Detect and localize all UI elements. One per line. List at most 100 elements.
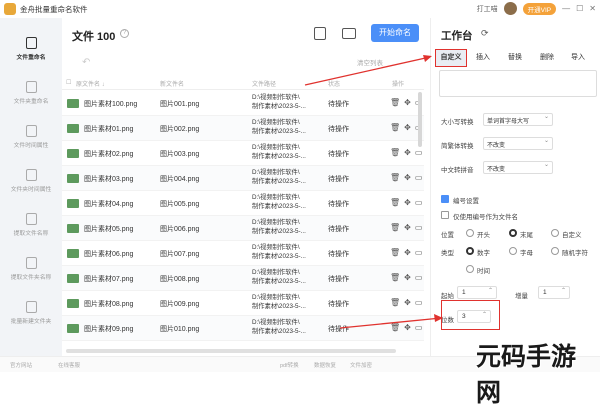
delete-icon[interactable]: 🗑 — [390, 198, 400, 207]
move-icon[interactable]: ✥ — [404, 123, 411, 132]
new-name: 图片009.png — [160, 301, 200, 308]
open-folder-icon[interactable]: ▭ — [415, 273, 423, 282]
move-icon[interactable]: ✥ — [404, 173, 411, 182]
watermark: 元码手游网 — [476, 342, 577, 407]
case-select[interactable]: 单词首字母大写 — [483, 113, 553, 126]
new-name: 图片004.png — [160, 176, 200, 183]
open-folder-icon[interactable]: ▭ — [415, 148, 423, 157]
start-rename-button[interactable]: 开始命名 — [371, 24, 419, 42]
delete-icon[interactable]: 🗑 — [390, 323, 400, 332]
pos-start-radio[interactable] — [466, 229, 474, 237]
delete-icon[interactable]: 🗑 — [390, 173, 400, 182]
new-name: 图片001.png — [160, 101, 200, 108]
maximize-button[interactable]: ☐ — [576, 4, 583, 13]
minimize-button[interactable]: — — [562, 4, 570, 13]
footer-pdf[interactable]: pdf转换 — [280, 361, 299, 369]
col-original[interactable]: 原文件名 ↓ — [76, 79, 105, 88]
avatar[interactable] — [503, 2, 517, 15]
horizontal-scrollbar[interactable] — [66, 349, 396, 353]
numbering-label: 编号设置 — [453, 198, 479, 205]
clear-list-button[interactable]: 清空列表 — [357, 57, 383, 67]
sidebar-item-folder-time[interactable]: 文件夹时间属性 — [0, 160, 62, 202]
sidebar-item-file-rename[interactable]: 文件重命名 — [0, 28, 62, 70]
type-number-radio[interactable] — [466, 247, 474, 255]
table-row[interactable]: 图片素材03.png 图片004.png D:\视频制作软件\ 制作素材\2023-5… — [62, 166, 424, 191]
vertical-scrollbar[interactable] — [418, 92, 422, 147]
table-row[interactable]: 图片素材01.png 图片002.png D:\视频制作软件\ 制作素材\2023-5… — [62, 116, 424, 141]
move-icon[interactable]: ✥ — [404, 198, 411, 207]
pinyin-select[interactable]: 不改变 — [483, 161, 553, 174]
step-stepper[interactable]: 1 — [538, 286, 570, 299]
move-icon[interactable]: ✥ — [404, 148, 411, 157]
delete-icon[interactable]: 🗑 — [390, 273, 400, 282]
sidebar-item-file-time[interactable]: 文件时间属性 — [0, 116, 62, 158]
type-letter-radio[interactable] — [509, 247, 517, 255]
open-folder-icon[interactable]: ▭ — [415, 223, 423, 232]
new-name: 图片010.png — [160, 326, 200, 333]
tab-delete[interactable]: 删除 — [540, 52, 554, 62]
type-random-radio[interactable] — [551, 247, 559, 255]
table-row[interactable]: 图片素材09.png 图片010.png D:\视频制作软件\ 制作素材\2023-5… — [62, 316, 424, 341]
table-row[interactable]: 图片素材07.png 图片008.png D:\视频制作软件\ 制作素材\2023-5… — [62, 266, 424, 291]
delete-icon[interactable]: 🗑 — [390, 223, 400, 232]
close-button[interactable]: ✕ — [589, 4, 596, 13]
pos-end-radio[interactable] — [509, 229, 517, 237]
open-folder-icon[interactable]: ▭ — [415, 298, 423, 307]
footer-online-service[interactable]: 在线客服 — [58, 361, 80, 369]
start-stepper[interactable]: 1 — [457, 286, 497, 299]
username[interactable]: 打工喵 — [477, 4, 498, 14]
vip-button[interactable]: 开通VIP — [522, 2, 557, 15]
open-folder-icon[interactable]: ▭ — [415, 198, 423, 207]
trad-select[interactable]: 不改变 — [483, 137, 553, 150]
new-name: 图片002.png — [160, 126, 200, 133]
pos-custom-radio[interactable] — [551, 229, 559, 237]
delete-icon[interactable]: 🗑 — [390, 123, 400, 132]
table-row[interactable]: 图片素材02.png 图片003.png D:\视频制作软件\ 制作素材\2023-5… — [62, 141, 424, 166]
move-icon[interactable]: ✥ — [404, 248, 411, 257]
move-icon[interactable]: ✥ — [404, 98, 411, 107]
table-row[interactable]: 图片素材06.png 图片007.png D:\视频制作软件\ 制作素材\2023-5… — [62, 241, 424, 266]
file-path: D:\视频制作软件\ 制作素材\2023-5-... — [252, 119, 306, 135]
delete-icon[interactable]: 🗑 — [390, 248, 400, 257]
sidebar-item-folder-rename[interactable]: 文件夹重命名 — [0, 72, 62, 114]
table-header: ☐ 原文件名 ↓ 新文件名 文件路径 状态 操作 — [62, 74, 424, 90]
custom-name-input[interactable] — [439, 70, 597, 97]
footer-recovery[interactable]: 数据恢复 — [314, 361, 336, 369]
move-icon[interactable]: ✥ — [404, 298, 411, 307]
numbering-checkbox[interactable] — [441, 195, 449, 203]
sidebar-item-extract-file[interactable]: 提取文件名称 — [0, 204, 62, 246]
status: 待操作 — [328, 251, 349, 258]
delete-icon[interactable]: 🗑 — [390, 298, 400, 307]
add-folder-icon[interactable] — [342, 28, 356, 39]
tab-replace[interactable]: 替换 — [508, 52, 522, 62]
header-checkbox[interactable]: ☐ — [66, 79, 71, 86]
move-icon[interactable]: ✥ — [404, 323, 411, 332]
footer-official-site[interactable]: 官方网站 — [10, 361, 32, 369]
status: 待操作 — [328, 301, 349, 308]
type-time-radio[interactable] — [466, 265, 474, 273]
tab-insert[interactable]: 插入 — [476, 52, 490, 62]
refresh-icon[interactable]: ⟳ — [481, 28, 489, 39]
sidebar-item-extract-folder[interactable]: 提取文件夹名称 — [0, 248, 62, 290]
open-folder-icon[interactable]: ▭ — [415, 173, 423, 182]
open-folder-icon[interactable]: ▭ — [415, 248, 423, 257]
only-number-checkbox[interactable] — [441, 211, 449, 219]
delete-icon[interactable]: 🗑 — [390, 98, 400, 107]
footer-encrypt[interactable]: 文件加密 — [350, 361, 372, 369]
open-folder-icon[interactable]: ▭ — [415, 323, 423, 332]
delete-icon[interactable]: 🗑 — [390, 148, 400, 157]
undo-icon[interactable]: ↶ — [82, 57, 90, 68]
table-row[interactable]: 图片素材05.png 图片006.png D:\视频制作软件\ 制作素材\2023-5… — [62, 216, 424, 241]
add-file-icon[interactable] — [314, 27, 326, 40]
tab-custom[interactable]: 自定义 — [435, 49, 467, 67]
table-row[interactable]: 图片素材04.png 图片005.png D:\视频制作软件\ 制作素材\2023-5… — [62, 191, 424, 216]
table-row[interactable]: 图片素材100.png 图片001.png D:\视频制作软件\ 制作素材\2023-… — [62, 91, 424, 116]
pos-end-label: 末尾 — [520, 232, 533, 239]
move-icon[interactable]: ✥ — [404, 223, 411, 232]
move-icon[interactable]: ✥ — [404, 273, 411, 282]
tab-import[interactable]: 导入 — [571, 52, 585, 62]
row-actions: 🗑 ✥ ▭ — [390, 173, 422, 182]
help-icon[interactable]: ? — [120, 29, 129, 38]
sidebar-item-batch-folder[interactable]: 批量新建文件夹 — [0, 292, 62, 334]
table-row[interactable]: 图片素材08.png 图片009.png D:\视频制作软件\ 制作素材\2023-5… — [62, 291, 424, 316]
